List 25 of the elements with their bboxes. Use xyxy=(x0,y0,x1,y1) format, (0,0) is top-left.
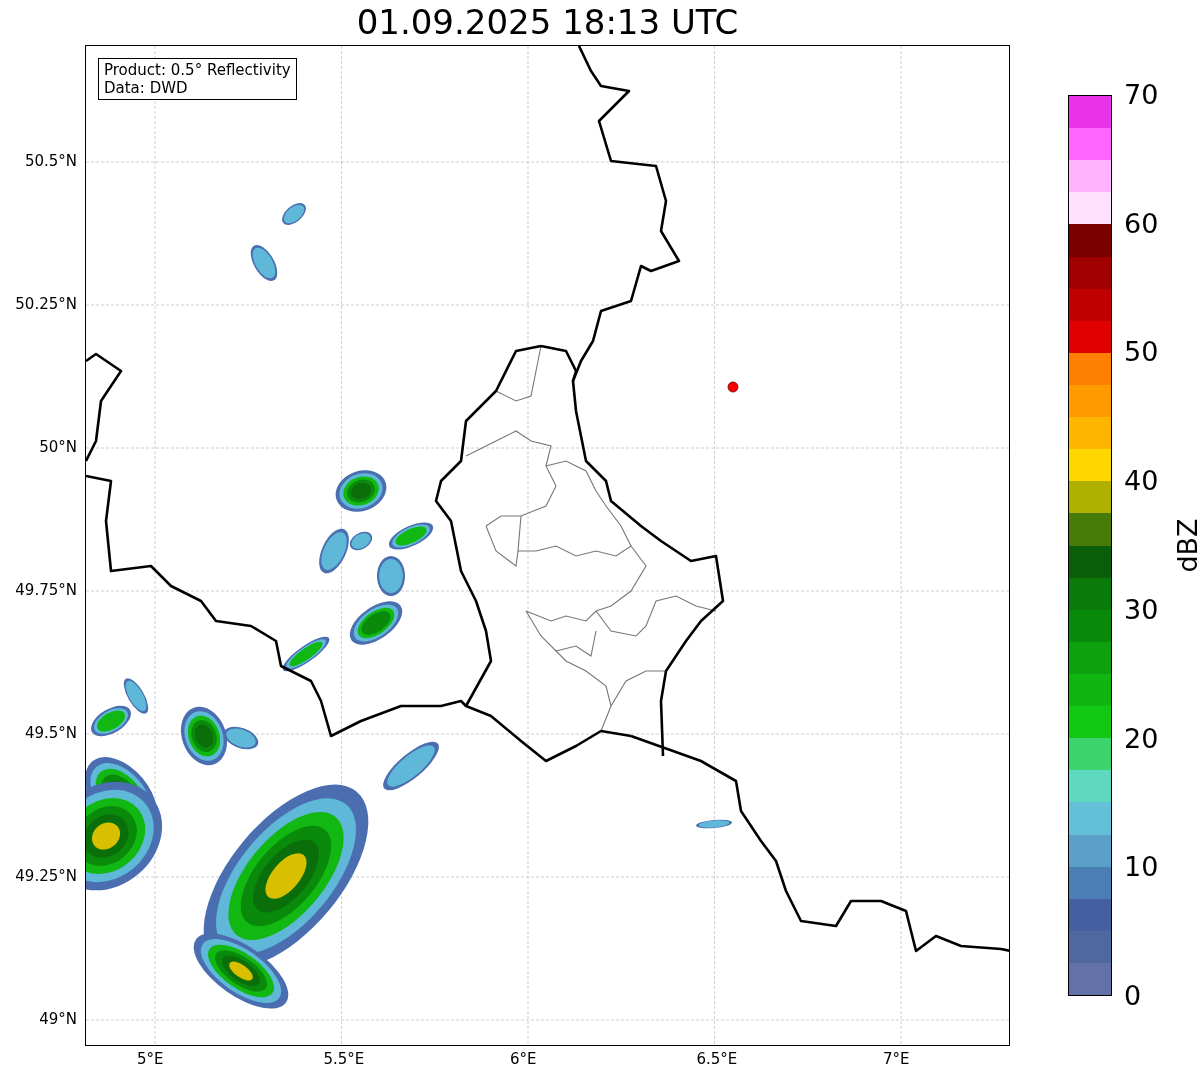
longitude-label: 6.5°E xyxy=(696,1050,738,1068)
latitude-label: 49.75°N xyxy=(15,581,77,599)
colorbar-tick-label: 60 xyxy=(1124,208,1159,239)
map-title: 01.09.2025 18:13 UTC xyxy=(355,1,740,44)
longitude-label: 7°E xyxy=(883,1050,910,1068)
colorbar-tick-label: 70 xyxy=(1124,80,1159,110)
latitude-label: 50°N xyxy=(39,438,77,456)
colorbar-tick-label: 30 xyxy=(1124,594,1159,625)
colorbar-tick-label: 40 xyxy=(1124,466,1159,497)
latitude-label: 49.25°N xyxy=(15,867,77,885)
legend-text: Data: DWD xyxy=(104,79,189,97)
colorbar-label: dBZ xyxy=(1171,518,1202,573)
colorbar-tick-label: 10 xyxy=(1124,852,1159,883)
longitude-label: 6°E xyxy=(510,1050,537,1068)
latitude-label: 50.25°N xyxy=(15,295,77,313)
colorbar-tick-label: 0 xyxy=(1124,981,1142,1011)
longitude-label: 5°E xyxy=(137,1050,164,1068)
latitude-label: 49.5°N xyxy=(24,724,77,742)
location-marker xyxy=(727,381,739,393)
latitude-label: 49°N xyxy=(39,1010,77,1028)
longitude-label: 5.5°E xyxy=(323,1050,365,1068)
legend-text: Product: 0.5° Reflectivity xyxy=(104,61,291,79)
colorbar-tick-label: 50 xyxy=(1124,337,1159,368)
colorbar-tick-label: 20 xyxy=(1124,723,1159,754)
latitude-label: 50.5°N xyxy=(24,152,77,170)
